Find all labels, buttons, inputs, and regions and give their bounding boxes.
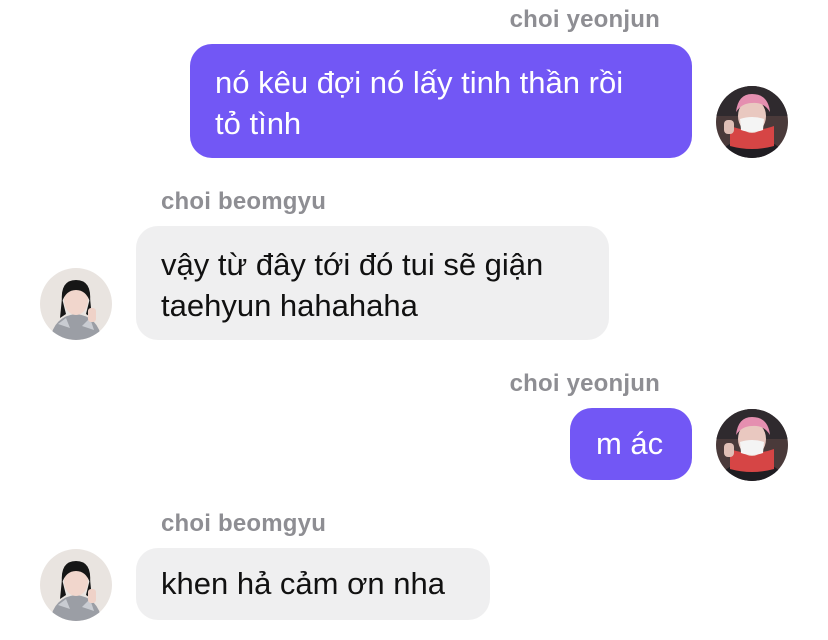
message-bubble-outgoing[interactable]: m ác xyxy=(570,408,692,480)
sender-name: choi yeonjun xyxy=(509,6,660,33)
message-bubble-incoming[interactable]: vậy từ đây tới đó tui sẽ giận taehyun ha… xyxy=(136,226,609,340)
avatar-dark-hair-icon[interactable] xyxy=(40,268,112,340)
avatar-pink-hair-icon xyxy=(716,86,788,158)
avatar-dark-hair-icon xyxy=(40,549,112,621)
avatar-pink-hair-icon[interactable] xyxy=(716,409,788,481)
chat-thread: choi yeonjun nó kêu đợi nó lấy tinh thần… xyxy=(0,0,828,640)
sender-name: choi yeonjun xyxy=(509,370,660,397)
avatar-pink-hair-icon xyxy=(716,409,788,481)
avatar-dark-hair-icon xyxy=(40,268,112,340)
sender-name: choi beomgyu xyxy=(161,188,327,215)
sender-name: choi beomgyu xyxy=(161,510,327,537)
message-bubble-outgoing[interactable]: nó kêu đợi nó lấy tinh thần rồi tỏ tình xyxy=(190,44,692,158)
avatar-dark-hair-icon[interactable] xyxy=(40,549,112,621)
avatar-pink-hair-icon[interactable] xyxy=(716,86,788,158)
message-bubble-incoming[interactable]: khen hả cảm ơn nha xyxy=(136,548,490,620)
